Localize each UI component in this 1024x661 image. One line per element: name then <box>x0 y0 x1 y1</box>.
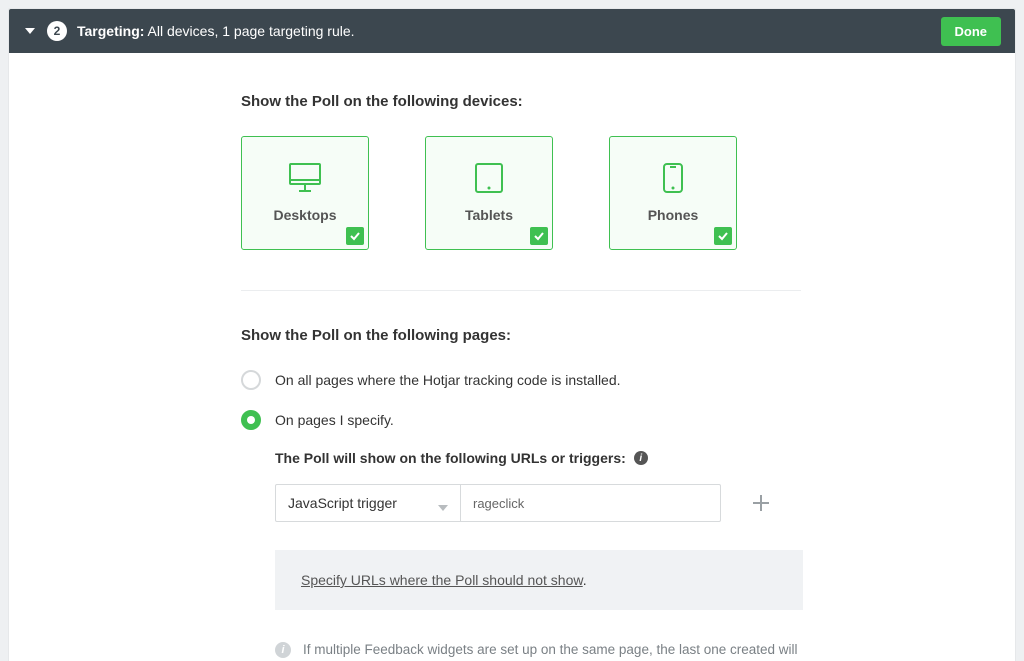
radio-specified-pages[interactable]: On pages I specify. <box>241 410 955 430</box>
header-title: Targeting: All devices, 1 page targeting… <box>77 23 355 39</box>
info-icon[interactable]: i <box>634 451 648 465</box>
device-label: Phones <box>648 207 699 223</box>
desktop-icon <box>289 163 321 193</box>
device-label: Desktops <box>273 207 336 223</box>
note-text: If multiple Feedback widgets are set up … <box>303 640 803 661</box>
device-card-phones[interactable]: Phones <box>609 136 737 250</box>
devices-heading: Show the Poll on the following devices: <box>241 93 955 110</box>
divider <box>241 290 801 291</box>
done-button[interactable]: Done <box>941 17 1002 46</box>
header-title-label: Targeting: <box>77 23 144 39</box>
radio-label: On all pages where the Hotjar tracking c… <box>275 372 621 388</box>
info-icon: i <box>275 642 291 658</box>
section-header: 2 Targeting: All devices, 1 page targeti… <box>9 9 1015 53</box>
triggers-heading-label: The Poll will show on the following URLs… <box>275 450 626 466</box>
phone-icon <box>663 163 683 193</box>
pages-heading: Show the Poll on the following pages: <box>241 327 955 344</box>
triggers-heading: The Poll will show on the following URLs… <box>275 450 955 466</box>
collapse-icon[interactable] <box>23 24 37 38</box>
exclude-box: Specify URLs where the Poll should not s… <box>275 550 803 610</box>
check-icon <box>530 227 548 245</box>
add-trigger-button[interactable] <box>749 491 773 515</box>
device-label: Tablets <box>465 207 513 223</box>
radio-icon[interactable] <box>241 370 261 390</box>
radio-all-pages[interactable]: On all pages where the Hotjar tracking c… <box>241 370 955 390</box>
header-summary: All devices, 1 page targeting rule. <box>148 23 355 39</box>
trigger-type-value: JavaScript trigger <box>288 495 397 511</box>
step-number: 2 <box>47 21 67 41</box>
chevron-down-icon <box>438 498 448 508</box>
note: i If multiple Feedback widgets are set u… <box>275 640 803 661</box>
tablet-icon <box>475 163 503 193</box>
check-icon <box>714 227 732 245</box>
device-card-desktops[interactable]: Desktops <box>241 136 369 250</box>
note-body: If multiple Feedback widgets are set up … <box>303 642 798 661</box>
trigger-value-input[interactable] <box>461 484 721 522</box>
trigger-type-select[interactable]: JavaScript trigger <box>275 484 461 522</box>
period: . <box>583 572 587 588</box>
exclude-link[interactable]: Specify URLs where the Poll should not s… <box>301 572 583 588</box>
device-card-tablets[interactable]: Tablets <box>425 136 553 250</box>
radio-label: On pages I specify. <box>275 412 394 428</box>
check-icon <box>346 227 364 245</box>
radio-icon[interactable] <box>241 410 261 430</box>
